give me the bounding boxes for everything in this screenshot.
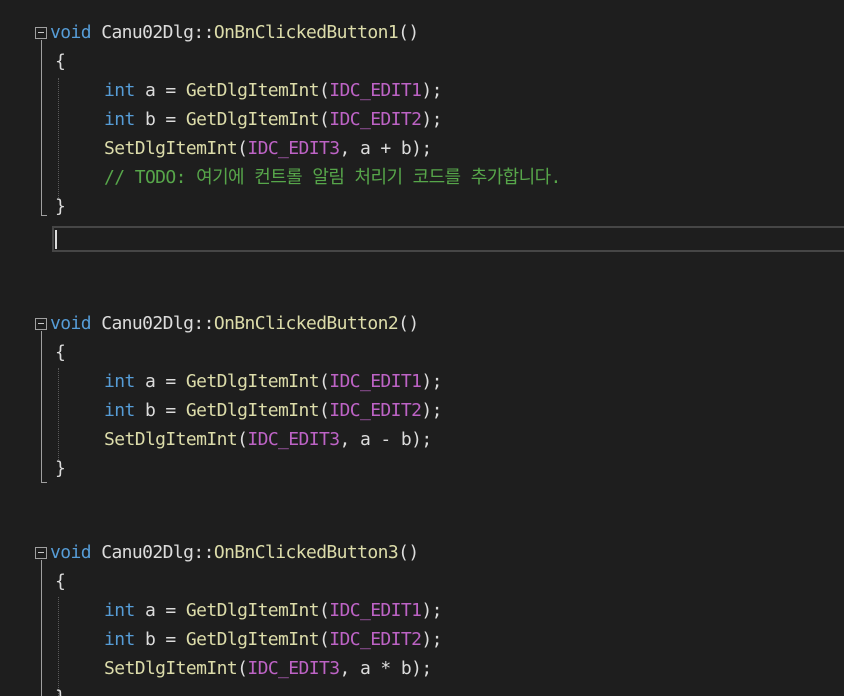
scope-operator: :: bbox=[193, 542, 214, 563]
params: () bbox=[398, 313, 419, 334]
macro: IDC_EDIT2 bbox=[329, 400, 422, 421]
collapse-block-3-icon[interactable] bbox=[35, 547, 47, 559]
macro: IDC_EDIT2 bbox=[329, 629, 422, 650]
macro: IDC_EDIT1 bbox=[329, 371, 422, 392]
function-call: GetDlgItemInt bbox=[185, 109, 320, 130]
params: () bbox=[398, 22, 419, 43]
keyword: void bbox=[50, 313, 92, 334]
close-brace-1[interactable]: } bbox=[55, 193, 66, 221]
paren-open: ( bbox=[319, 400, 330, 421]
keyword: int bbox=[104, 400, 135, 421]
macro: IDC_EDIT1 bbox=[329, 600, 422, 621]
paren-close: ); bbox=[421, 371, 442, 392]
class-name: Canu02Dlg bbox=[101, 542, 194, 563]
function-call: GetDlgItemInt bbox=[185, 371, 320, 392]
paren-open: ( bbox=[237, 138, 248, 159]
code-line-1-2[interactable]: int b = GetDlgItemInt(IDC_EDIT2); bbox=[104, 106, 442, 134]
macro: IDC_EDIT1 bbox=[329, 80, 422, 101]
open-brace-3[interactable]: { bbox=[55, 568, 66, 596]
fold-tick-1 bbox=[41, 215, 47, 216]
function-signature-3[interactable]: void Canu02Dlg::OnBnClickedButton3() bbox=[50, 539, 419, 567]
function-name: OnBnClickedButton2 bbox=[213, 313, 399, 334]
macro: IDC_EDIT3 bbox=[247, 658, 340, 679]
paren-open: ( bbox=[237, 658, 248, 679]
args: , a * b); bbox=[339, 658, 432, 679]
code-line-2-2[interactable]: int b = GetDlgItemInt(IDC_EDIT2); bbox=[104, 397, 442, 425]
indent-guide-3 bbox=[58, 597, 59, 696]
keyword: int bbox=[104, 109, 135, 130]
macro: IDC_EDIT3 bbox=[247, 429, 340, 450]
indent-guide-2 bbox=[58, 368, 59, 462]
close-brace-2[interactable]: } bbox=[55, 455, 66, 483]
close-brace-3[interactable]: } bbox=[55, 684, 66, 696]
paren-open: ( bbox=[237, 429, 248, 450]
keyword: int bbox=[104, 371, 135, 392]
code-line-2-1[interactable]: int a = GetDlgItemInt(IDC_EDIT1); bbox=[104, 368, 442, 396]
code-line-3-3[interactable]: SetDlgItemInt(IDC_EDIT3, a * b); bbox=[104, 655, 432, 683]
text-caret bbox=[55, 230, 57, 249]
fold-line-3 bbox=[41, 560, 42, 696]
macro: IDC_EDIT2 bbox=[329, 109, 422, 130]
function-signature-2[interactable]: void Canu02Dlg::OnBnClickedButton2() bbox=[50, 310, 419, 338]
class-name: Canu02Dlg bbox=[101, 313, 194, 334]
args: , a - b); bbox=[339, 429, 432, 450]
function-name: OnBnClickedButton1 bbox=[213, 22, 399, 43]
code-line-1-1[interactable]: int a = GetDlgItemInt(IDC_EDIT1); bbox=[104, 77, 442, 105]
function-call: GetDlgItemInt bbox=[185, 80, 320, 101]
comment-line[interactable]: // TODO: 여기에 컨트롤 알림 처리기 코드를 추가합니다. bbox=[104, 164, 561, 192]
assignment: a = bbox=[134, 80, 186, 101]
assignment: b = bbox=[134, 629, 186, 650]
params: () bbox=[398, 542, 419, 563]
function-name: OnBnClickedButton3 bbox=[213, 542, 399, 563]
paren-open: ( bbox=[319, 629, 330, 650]
function-call: GetDlgItemInt bbox=[185, 600, 320, 621]
paren-close: ); bbox=[421, 600, 442, 621]
function-call: SetDlgItemInt bbox=[104, 658, 238, 679]
current-line-highlight[interactable] bbox=[52, 226, 844, 252]
function-call: GetDlgItemInt bbox=[185, 629, 320, 650]
code-line-1-3[interactable]: SetDlgItemInt(IDC_EDIT3, a + b); bbox=[104, 135, 432, 163]
code-line-3-2[interactable]: int b = GetDlgItemInt(IDC_EDIT2); bbox=[104, 626, 442, 654]
macro: IDC_EDIT3 bbox=[247, 138, 340, 159]
keyword: void bbox=[50, 542, 92, 563]
keyword: int bbox=[104, 80, 135, 101]
fold-line-1 bbox=[41, 40, 42, 216]
code-editor[interactable]: void Canu02Dlg::OnBnClickedButton1() { i… bbox=[0, 0, 844, 696]
paren-open: ( bbox=[319, 371, 330, 392]
scope-operator: :: bbox=[193, 313, 214, 334]
keyword: int bbox=[104, 600, 135, 621]
paren-open: ( bbox=[319, 80, 330, 101]
paren-open: ( bbox=[319, 600, 330, 621]
function-call: GetDlgItemInt bbox=[185, 400, 320, 421]
keyword: int bbox=[104, 629, 135, 650]
open-brace-2[interactable]: { bbox=[55, 339, 66, 367]
assignment: a = bbox=[134, 371, 186, 392]
fold-tick-2 bbox=[41, 482, 47, 483]
collapse-block-1-icon[interactable] bbox=[35, 27, 47, 39]
code-line-2-3[interactable]: SetDlgItemInt(IDC_EDIT3, a - b); bbox=[104, 426, 432, 454]
indent-guide-1 bbox=[58, 78, 59, 198]
assignment: b = bbox=[134, 400, 186, 421]
keyword: void bbox=[50, 22, 92, 43]
paren-close: ); bbox=[421, 629, 442, 650]
function-signature-1[interactable]: void Canu02Dlg::OnBnClickedButton1() bbox=[50, 19, 419, 47]
paren-close: ); bbox=[421, 80, 442, 101]
assignment: b = bbox=[134, 109, 186, 130]
paren-open: ( bbox=[319, 109, 330, 130]
paren-close: ); bbox=[421, 400, 442, 421]
code-line-3-1[interactable]: int a = GetDlgItemInt(IDC_EDIT1); bbox=[104, 597, 442, 625]
assignment: a = bbox=[134, 600, 186, 621]
fold-line-2 bbox=[41, 331, 42, 483]
paren-close: ); bbox=[421, 109, 442, 130]
collapse-block-2-icon[interactable] bbox=[35, 318, 47, 330]
function-call: SetDlgItemInt bbox=[104, 429, 238, 450]
open-brace-1[interactable]: { bbox=[55, 48, 66, 76]
args: , a + b); bbox=[339, 138, 432, 159]
scope-operator: :: bbox=[193, 22, 214, 43]
class-name: Canu02Dlg bbox=[101, 22, 194, 43]
function-call: SetDlgItemInt bbox=[104, 138, 238, 159]
